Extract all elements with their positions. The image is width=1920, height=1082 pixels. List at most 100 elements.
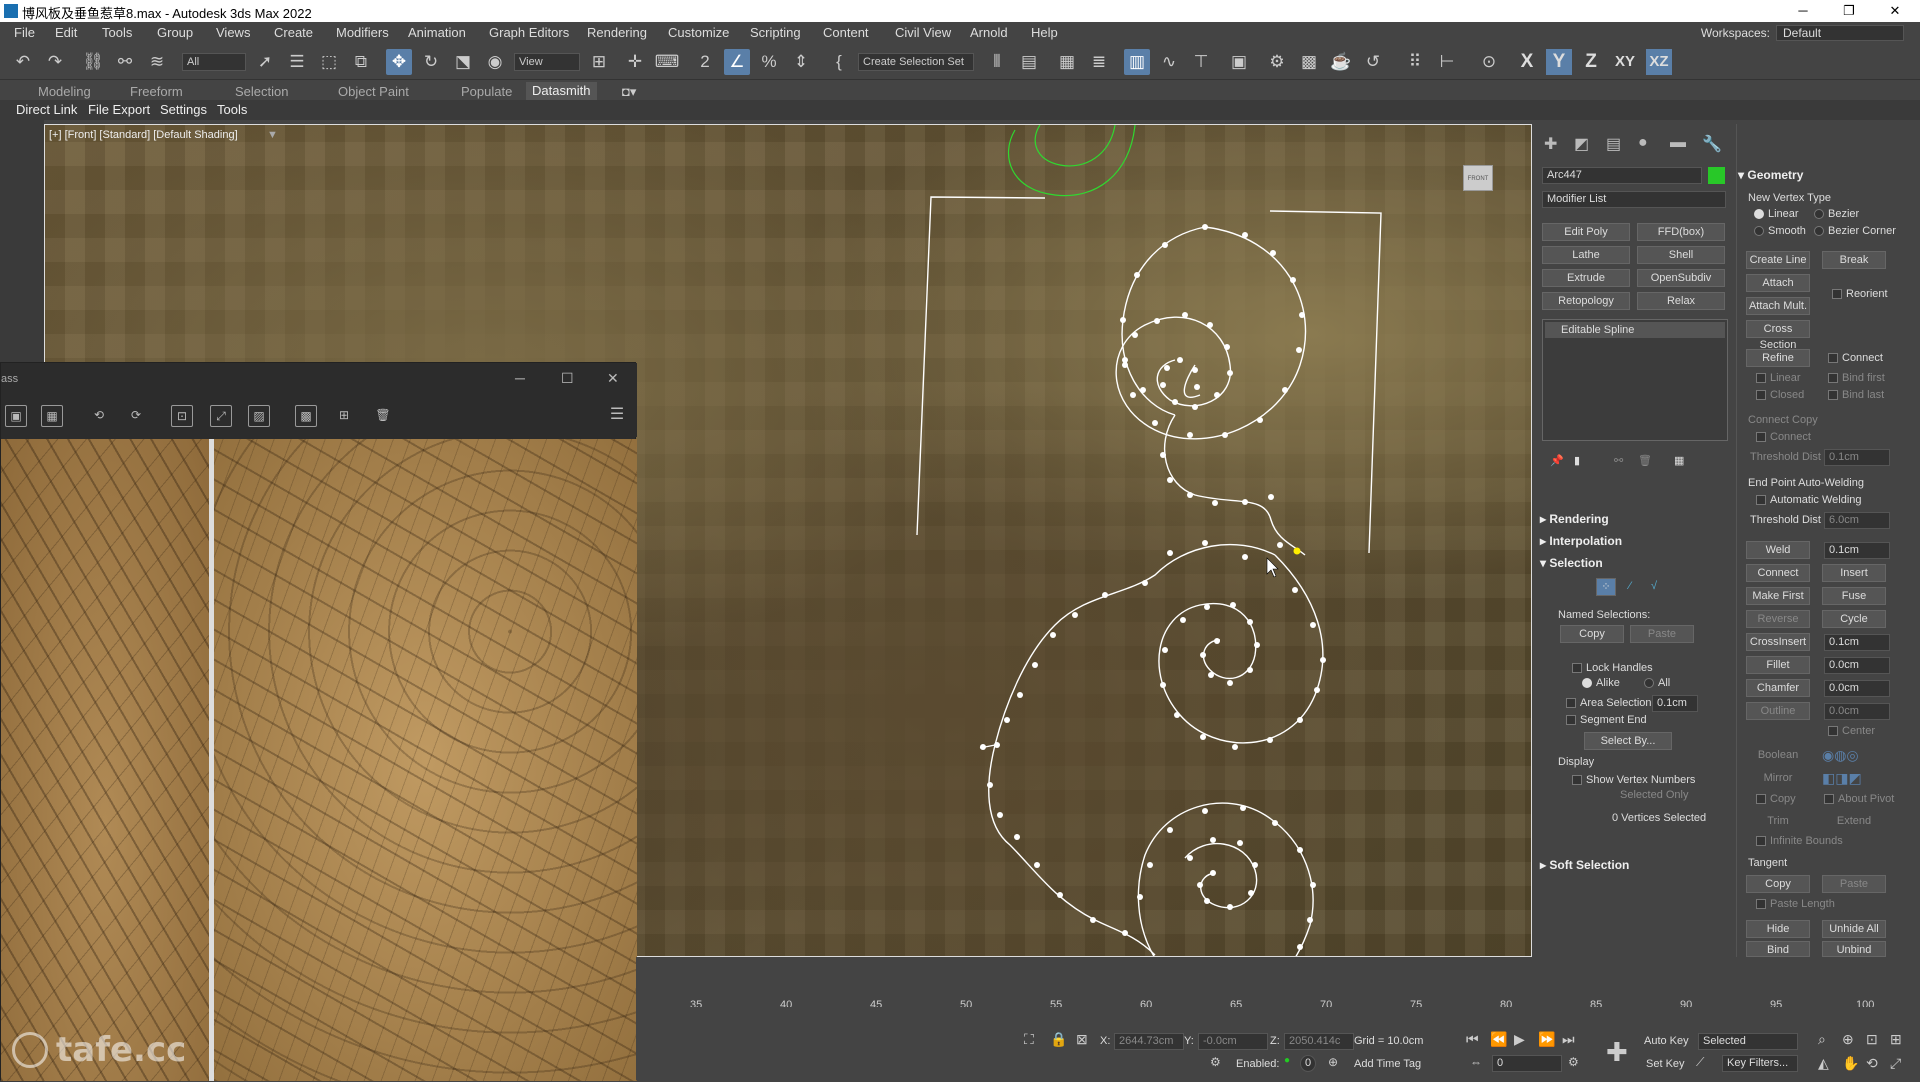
minimize-button[interactable]: ─ — [1780, 0, 1826, 22]
zoom-extents-icon[interactable]: ⊡ — [1866, 1031, 1878, 1048]
pin-stack-icon[interactable]: 📌 — [1550, 454, 1564, 467]
actual-size-icon[interactable]: ▦ — [41, 405, 63, 427]
paste-length-checkbox[interactable]: Paste Length — [1756, 898, 1835, 910]
unlink-icon[interactable]: ⚯ — [112, 49, 138, 75]
toggle-ribbon-icon[interactable]: ▥ — [1124, 49, 1150, 75]
bind-last-checkbox[interactable]: Bind last — [1828, 389, 1884, 401]
extend-button[interactable]: Extend — [1822, 813, 1886, 831]
bind-first-checkbox[interactable]: Bind first — [1828, 372, 1885, 384]
keyboard-shortcut-icon[interactable]: ⌨ — [654, 49, 680, 75]
trim-button[interactable]: Trim — [1746, 813, 1810, 831]
align-icon[interactable]: ▤ — [1016, 49, 1042, 75]
tools-button[interactable]: Tools — [217, 102, 247, 117]
ribbon-options-icon[interactable]: ◘▾ — [622, 84, 636, 100]
shell-button[interactable]: Shell — [1637, 246, 1725, 264]
select-by-name-icon[interactable]: ☰ — [284, 49, 310, 75]
crop-icon[interactable]: ⊡ — [171, 405, 193, 427]
menu-arnold[interactable]: Arnold — [970, 25, 1008, 40]
rendered-frame-icon[interactable]: ▩ — [1296, 49, 1322, 75]
bezier-corner-radio[interactable]: Bezier Corner — [1814, 225, 1896, 237]
auto-key-button[interactable]: Auto Key — [1644, 1035, 1689, 1047]
threshold-dist-spinner[interactable]: 0.1cm — [1824, 449, 1890, 466]
menu-file[interactable]: File — [14, 25, 35, 40]
mirror-icon[interactable]: ⫴ — [984, 49, 1010, 75]
utilities-tab-icon[interactable]: 🔧 — [1702, 134, 1722, 154]
zoom-all-icon[interactable]: ⊕ — [1842, 1031, 1854, 1048]
rollout-geometry[interactable]: ▾ Geometry — [1738, 168, 1803, 182]
segment-end-checkbox[interactable]: Segment End — [1566, 714, 1647, 726]
move-icon[interactable]: ✥ — [386, 49, 412, 75]
direct-link-button[interactable]: Direct Link — [16, 102, 77, 117]
zoom-icon[interactable]: ⌕ — [1818, 1031, 1826, 1048]
menu-scripting[interactable]: Scripting — [750, 25, 801, 40]
render-production-icon[interactable]: ☕ — [1328, 49, 1354, 75]
hamburger-menu-icon[interactable]: ☰ — [606, 405, 628, 427]
timeline[interactable]: 35 40 45 50 55 60 65 70 75 80 85 90 95 1… — [636, 957, 1920, 1011]
spline-mode-icon[interactable]: √ — [1644, 578, 1664, 596]
redo-icon[interactable]: ↷ — [42, 49, 68, 75]
axis-xz-button[interactable]: XZ — [1646, 49, 1672, 75]
fw-minimize-icon[interactable]: ─ — [515, 370, 525, 386]
pivot-center-icon[interactable]: ⊞ — [586, 49, 612, 75]
modifier-list-dropdown[interactable]: Modifier List — [1542, 191, 1726, 208]
spinner-snap-icon[interactable]: ⇕ — [788, 49, 814, 75]
rollout-selection[interactable]: ▾ Selection — [1540, 556, 1603, 570]
weld-button[interactable]: Weld — [1746, 541, 1810, 559]
configure-sets-icon[interactable]: ▦ — [1674, 454, 1684, 467]
maximize-viewport-icon[interactable]: ⤢ — [1890, 1055, 1901, 1072]
schematic-view-icon[interactable]: ⊤ — [1188, 49, 1214, 75]
tab-modeling[interactable]: Modeling — [38, 84, 91, 99]
measure-icon[interactable]: ⊢ — [1434, 49, 1460, 75]
place-icon[interactable]: ◉ — [482, 49, 508, 75]
tab-freeform[interactable]: Freeform — [130, 84, 183, 99]
rotate-right-icon[interactable]: ⟳ — [125, 405, 147, 427]
absolute-mode-icon[interactable]: ⊠ — [1076, 1031, 1088, 1048]
fuse-button[interactable]: Fuse — [1822, 587, 1886, 605]
motion-tab-icon[interactable]: ● — [1638, 134, 1648, 152]
window-crossing-icon[interactable]: ⧉ — [348, 49, 374, 75]
select-by-button[interactable]: Select By... — [1584, 732, 1672, 750]
hierarchy-tab-icon[interactable]: ▤ — [1606, 134, 1621, 154]
menu-edit[interactable]: Edit — [55, 25, 77, 40]
go-to-start-icon[interactable]: ⏮ — [1466, 1031, 1479, 1048]
closed-checkbox[interactable]: Closed — [1756, 389, 1804, 401]
curve-editor-icon[interactable]: ∿ — [1156, 49, 1182, 75]
orbit-icon[interactable]: ⟲ — [1866, 1055, 1878, 1072]
adaptive-degradation-icon[interactable]: ⚙ — [1210, 1055, 1221, 1069]
undo-icon[interactable]: ↶ — [10, 49, 36, 75]
named-copy-button[interactable]: Copy — [1560, 625, 1624, 643]
time-config-icon[interactable]: ⚙ — [1568, 1055, 1579, 1069]
object-color-swatch[interactable] — [1708, 167, 1725, 184]
menu-group[interactable]: Group — [157, 25, 193, 40]
modify-tab-icon[interactable]: ◩ — [1574, 134, 1589, 154]
bind-spacewarp-icon[interactable]: ≋ — [144, 49, 170, 75]
menu-modifiers[interactable]: Modifiers — [336, 25, 389, 40]
area-selection-checkbox[interactable]: Area Selection — [1566, 697, 1652, 709]
display-tab-icon[interactable]: ▬ — [1670, 134, 1686, 152]
attach-mult-button[interactable]: Attach Mult. — [1746, 297, 1810, 315]
outline-button[interactable]: Outline — [1746, 702, 1810, 720]
edit-poly-button[interactable]: Edit Poly — [1542, 223, 1630, 241]
lathe-button[interactable]: Lathe — [1542, 246, 1630, 264]
hide-button[interactable]: Hide — [1746, 920, 1810, 938]
isolate-selection-icon[interactable]: ⛶ — [1024, 1031, 1034, 1048]
tangent-paste-button[interactable]: Paste — [1822, 875, 1886, 893]
fw-close-icon[interactable]: ✕ — [607, 370, 619, 387]
key-set-dropdown[interactable]: Selected — [1698, 1033, 1798, 1050]
rotate-left-icon[interactable]: ⟲ — [88, 405, 110, 427]
reverse-button[interactable]: Reverse — [1746, 610, 1810, 628]
current-frame-field[interactable]: 0 — [1492, 1055, 1562, 1072]
named-paste-button[interactable]: Paste — [1630, 625, 1694, 643]
restore-button[interactable]: ❐ — [1826, 0, 1872, 22]
rotate-icon[interactable]: ↻ — [418, 49, 444, 75]
image-view-icon[interactable]: ▨ — [248, 405, 270, 427]
connect-copy-checkbox[interactable]: Connect — [1756, 431, 1811, 443]
go-to-end-icon[interactable]: ⏭ — [1562, 1031, 1575, 1048]
show-vertex-numbers-checkbox[interactable]: Show Vertex Numbers — [1572, 774, 1695, 786]
play-icon[interactable]: ▶ — [1514, 1031, 1525, 1048]
mirror-ops-icon[interactable]: ◧◨◩ — [1822, 770, 1862, 787]
alike-radio[interactable]: Alike — [1582, 677, 1620, 689]
bezier-radio[interactable]: Bezier — [1814, 208, 1859, 220]
delete-icon[interactable]: 🗑 — [372, 405, 394, 427]
object-name-field[interactable]: Arc447 — [1542, 167, 1702, 184]
